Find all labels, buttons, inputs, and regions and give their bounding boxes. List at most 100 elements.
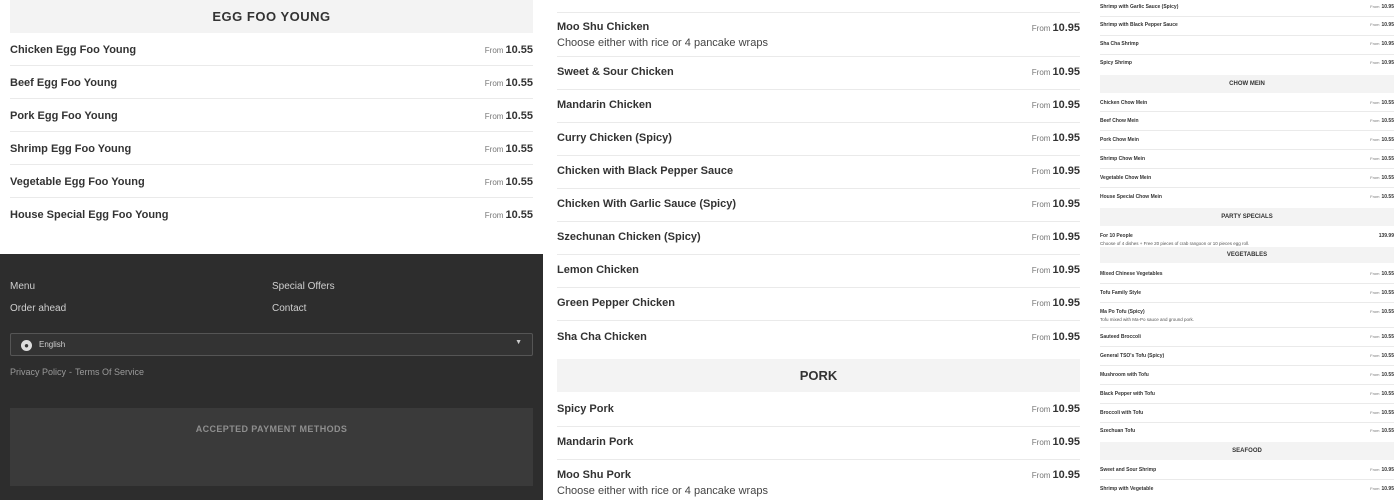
menu-item[interactable]: Szechunan Chicken (Spicy) From 10.95 [557, 222, 1080, 255]
menu-item[interactable]: Pork Egg Foo Young From 10.55 [10, 99, 533, 132]
menu-item[interactable]: House Special Egg Foo Young From 10.55 [10, 198, 533, 231]
price-from-label: From [1031, 266, 1051, 275]
menu-item-price: From 10.55 [485, 44, 533, 56]
terms-of-service-link[interactable]: Terms Of Service [75, 367, 144, 377]
menu-item[interactable]: Mandarin Pork From 10.95 [557, 427, 1080, 460]
menu-item-price: From 10.95 [1032, 132, 1080, 144]
menu-item[interactable]: Vegetable Chow Mein From 10.55 [1100, 169, 1394, 188]
menu-item-price: From 10.55 [1370, 137, 1394, 143]
price-value: 10.55 [1381, 156, 1394, 162]
price-from-label: From [484, 211, 504, 220]
menu-item[interactable]: Spicy Pork From 10.95 [557, 392, 1080, 427]
menu-item[interactable]: Chicken Egg Foo Young From 10.55 [10, 33, 533, 66]
footer-link-special-offers[interactable]: Special Offers [272, 281, 335, 292]
menu-item[interactable]: Sha Cha Shrimp From 10.95 [1100, 36, 1394, 55]
menu-item[interactable]: Shrimp with Garlic Sauce (Spicy) From 10.… [1100, 0, 1394, 17]
menu-item-name: Mandarin Pork [557, 436, 634, 448]
menu-item[interactable]: Green Pepper Chicken From 10.95 [557, 288, 1080, 321]
menu-item-price: From 10.95 [1032, 436, 1080, 448]
menu-item[interactable]: Moo Shu Pork Choose either with rice or … [557, 460, 1080, 500]
menu-item[interactable]: Tofu Family Style From 10.55 [1100, 284, 1394, 303]
price-from-label: From [484, 46, 504, 55]
menu-item-price: From 10.55 [1370, 156, 1394, 162]
menu-item-price: From 10.95 [1032, 99, 1080, 111]
menu-item-price: From 10.55 [1370, 290, 1394, 296]
menu-item-name: Moo Shu Chicken [557, 21, 650, 33]
menu-item[interactable]: Sweet & Sour Chicken From 10.95 [557, 57, 1080, 90]
menu-item[interactable]: Sauteed Broccoli From 10.55 [1100, 328, 1394, 347]
price-from-label: From [1370, 118, 1380, 123]
price-from-label: From [1370, 290, 1380, 295]
price-from-label: From [1370, 194, 1380, 199]
menu-item[interactable]: Shrimp with Vegetable From 10.95 [1100, 480, 1394, 499]
menu-item[interactable]: Mushroom with Tofu From 10.55 [1100, 366, 1394, 385]
price-value: 10.55 [1381, 391, 1394, 397]
price-value: 10.95 [1052, 331, 1080, 343]
price-value: 10.55 [1381, 118, 1394, 124]
menu-item-price: From 10.55 [485, 77, 533, 89]
privacy-policy-link[interactable]: Privacy Policy [10, 367, 66, 377]
legal-links: Privacy Policy - Terms Of Service [10, 367, 144, 377]
menu-item-name: House Special Chow Mein [1100, 194, 1162, 200]
menu-item-price: From 10.55 [1370, 118, 1394, 124]
price-value: 10.55 [1381, 100, 1394, 106]
menu-item[interactable]: Chicken With Garlic Sauce (Spicy) From 10… [557, 189, 1080, 222]
menu-item-name: Lemon Chicken [557, 264, 639, 276]
menu-item[interactable]: Beef Egg Foo Young From 10.55 [10, 66, 533, 99]
menu-item-name: Curry Chicken (Spicy) [557, 132, 672, 144]
menu-item-description: Tofu mixed with Ma-Po sauce and ground p… [1100, 317, 1195, 322]
menu-item[interactable]: General TSO's Tofu (Spicy) From 10.55 [1100, 347, 1394, 366]
price-from-label: From [1370, 271, 1380, 276]
language-select[interactable]: ● English ▼ [10, 333, 533, 356]
price-value: 10.55 [1381, 309, 1394, 315]
menu-item-name: General TSO's Tofu (Spicy) [1100, 353, 1165, 359]
chevron-down-icon: ▼ [515, 339, 522, 346]
price-value: 10.95 [1381, 22, 1394, 28]
menu-item[interactable]: Curry Chicken (Spicy) From 10.95 [557, 123, 1080, 156]
menu-item[interactable]: Broccoli with Tofu From 10.55 [1100, 404, 1394, 423]
menu-item[interactable]: Chicken with Black Pepper Sauce From 10.9… [557, 156, 1080, 189]
menu-item[interactable]: Szechuan Tofu From 10.55 [1100, 423, 1394, 442]
menu-item[interactable]: Mandarin Chicken From 10.95 [557, 90, 1080, 123]
menu-item[interactable]: Vegetable Egg Foo Young From 10.55 [10, 165, 533, 198]
section-header-seafood: SEAFOOD [1100, 442, 1394, 460]
menu-item[interactable]: Moo Shu Chicken Choose either with rice … [557, 13, 1080, 57]
menu-item-name: Mushroom with Tofu [1100, 372, 1149, 378]
menu-item[interactable]: Ma Po Tofu (Spicy) Tofu mixed with Ma-Po… [1100, 303, 1394, 328]
menu-item[interactable]: Sweet and Sour Shrimp From 10.95 [1100, 461, 1394, 480]
menu-item-price: From 10.95 [1032, 66, 1080, 78]
menu-item[interactable]: Shrimp with Black Pepper Sauce From 10.95 [1100, 17, 1394, 36]
menu-item-description: Choose either with rice or 4 pancake wra… [557, 485, 768, 497]
menu-item-price: From 10.95 [1032, 469, 1080, 481]
menu-item[interactable]: Black Pepper with Tofu From 10.55 [1100, 385, 1394, 404]
menu-item-price: From 10.55 [1370, 372, 1394, 378]
menu-item-name: Mandarin Chicken [557, 99, 652, 111]
price-value: 139.99 [1378, 233, 1394, 239]
menu-item-name: Chicken with Black Pepper Sauce [557, 165, 734, 177]
menu-item[interactable]: Mixed Chinese Vegetables From 10.55 [1100, 265, 1394, 284]
menu-item-name: Shrimp with Vegetable [1100, 486, 1154, 492]
menu-item[interactable]: House Special Chow Mein From 10.55 [1100, 188, 1394, 207]
footer-link-order-ahead[interactable]: Order ahead [10, 303, 66, 314]
price-value: 10.55 [505, 143, 533, 155]
menu-item-divider [557, 0, 1080, 13]
price-from-label: From [1370, 372, 1380, 377]
price-from-label: From [1370, 41, 1380, 46]
menu-item[interactable]: Sha Cha Chicken From 10.95 [557, 321, 1080, 354]
menu-item[interactable]: Chicken Chow Mein From 10.55 [1100, 93, 1394, 112]
price-from-label: From [1031, 68, 1051, 77]
menu-item[interactable]: Spicy Shrimp From 10.95 [1100, 55, 1394, 74]
menu-item[interactable]: Shrimp Chow Mein From 10.55 [1100, 150, 1394, 169]
price-value: 10.55 [505, 176, 533, 188]
menu-item[interactable]: Lemon Chicken From 10.95 [557, 255, 1080, 288]
menu-item[interactable]: Beef Chow Mein From 10.55 [1100, 112, 1394, 131]
footer-link-contact[interactable]: Contact [272, 303, 306, 314]
footer-link-menu[interactable]: Menu [10, 281, 35, 292]
price-from-label: From [1370, 4, 1380, 9]
menu-item[interactable]: For 10 People Choose of 4 dishes + Free … [1100, 227, 1394, 247]
menu-item-price: From 10.55 [1370, 428, 1394, 434]
menu-item-price: From 10.55 [1370, 334, 1394, 340]
menu-item[interactable]: Shrimp Egg Foo Young From 10.55 [10, 132, 533, 165]
price-value: 10.55 [1381, 271, 1394, 277]
menu-item[interactable]: Pork Chow Mein From 10.55 [1100, 131, 1394, 150]
